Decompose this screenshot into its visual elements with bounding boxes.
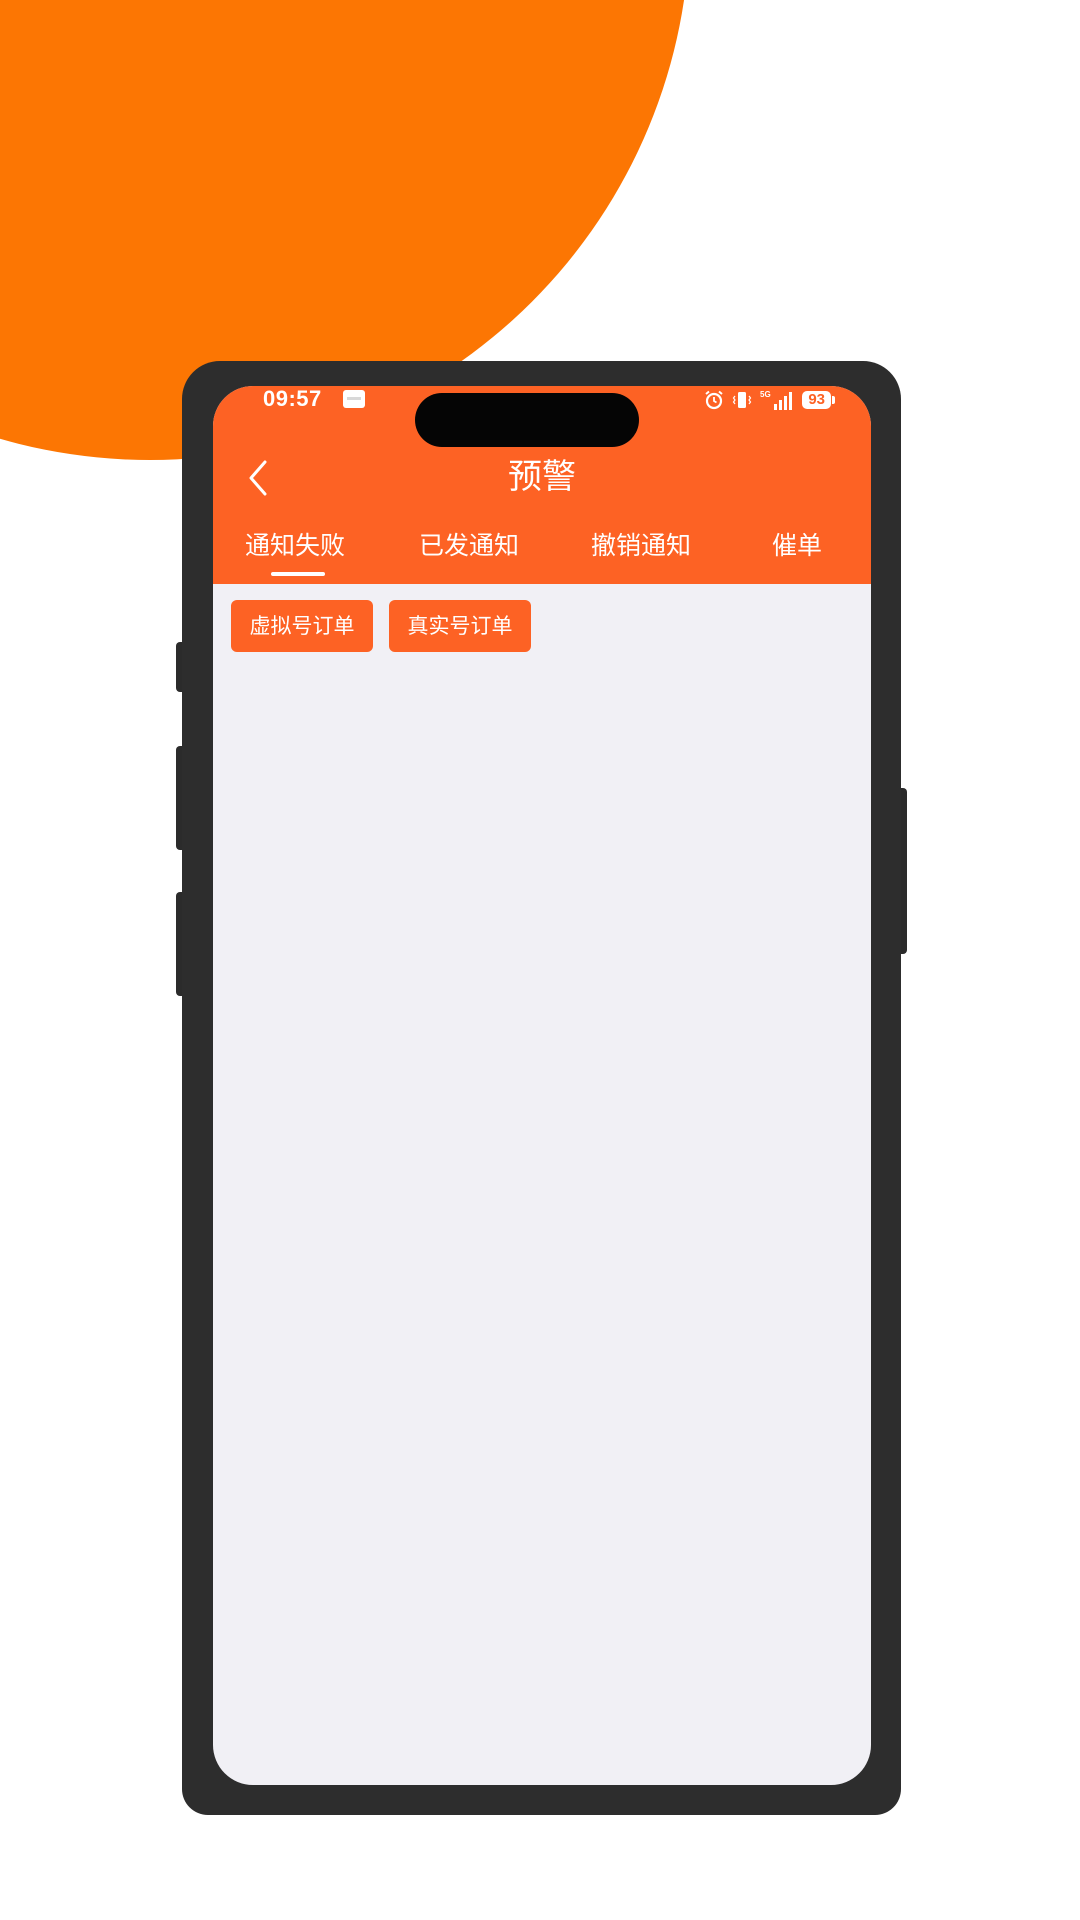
tab-notification-failed[interactable]: 通知失败	[245, 526, 345, 566]
tab-reminders[interactable]: 催单	[772, 526, 822, 566]
app-notification-icon	[343, 390, 365, 408]
app-header: 09:57 5G 93 预警 通知失败 已发通知 撤销通知 催单	[213, 386, 871, 584]
svg-text:5G: 5G	[760, 390, 771, 399]
status-time: 09:57	[263, 386, 322, 411]
vibrate-icon	[733, 392, 752, 408]
status-icons: 5G 93	[704, 389, 835, 411]
signal-5g-icon: 5G	[760, 390, 793, 410]
tab-sent-notifications[interactable]: 已发通知	[419, 526, 519, 566]
active-tab-indicator	[271, 572, 325, 576]
real-number-orders-button[interactable]: 真实号订单	[389, 600, 531, 652]
battery-icon: 93	[802, 391, 835, 409]
virtual-number-orders-button[interactable]: 虚拟号订单	[231, 600, 373, 652]
page-title: 预警	[508, 457, 576, 497]
phone-screen: 09:57 5G 93 预警 通知失败 已发通知 撤销通知 催单 虚拟号订单 真…	[213, 386, 871, 1785]
tab-revoked-notifications[interactable]: 撤销通知	[591, 526, 691, 566]
alarm-icon	[705, 390, 723, 410]
camera-cutout	[415, 393, 639, 447]
promo-canvas: 09:57 5G 93 预警 通知失败 已发通知 撤销通知 催单 虚拟号订单 真…	[0, 0, 1080, 1920]
status-bar: 09:57 5G 93	[213, 386, 871, 447]
